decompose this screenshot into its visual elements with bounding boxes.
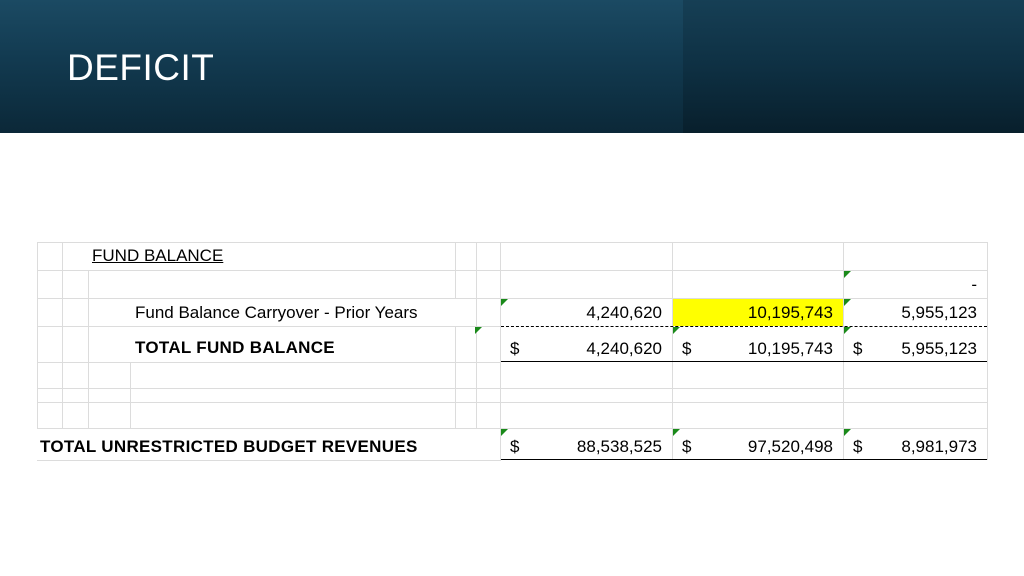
gridline [37, 326, 501, 327]
total-unrestricted-col2: 97,520,498 [747, 437, 833, 456]
total-fund-balance-col2: 10,195,743 [747, 339, 833, 358]
gridline [37, 460, 501, 461]
total-fund-balance-col1: 4,240,620 [586, 339, 662, 358]
gridline [987, 242, 988, 460]
total-unrestricted-label: TOTAL UNRESTRICTED BUDGET REVENUES [40, 437, 418, 456]
dashed-border [501, 326, 987, 327]
carryover-col2: 10,195,743 [747, 303, 833, 322]
gridline [455, 326, 456, 428]
gridline [37, 388, 988, 389]
comment-marker-icon [673, 429, 680, 436]
currency-symbol: $ [853, 437, 863, 456]
section-heading: FUND BALANCE [92, 246, 224, 265]
gridline [476, 242, 477, 428]
total-unrestricted-col3: 8,981,973 [901, 437, 977, 456]
gridline [62, 242, 63, 428]
gridline [455, 242, 456, 298]
dash-value: - [971, 275, 977, 294]
total-border [501, 361, 987, 362]
gridline [672, 242, 673, 460]
gridline [500, 242, 501, 460]
total-fund-balance-label: TOTAL FUND BALANCE [135, 338, 335, 357]
gridline [37, 242, 988, 243]
currency-symbol: $ [853, 339, 863, 358]
total-unrestricted-col1: 88,538,525 [576, 437, 662, 456]
gridline [37, 362, 501, 363]
comment-marker-icon [673, 327, 680, 334]
currency-symbol: $ [682, 339, 692, 358]
comment-marker-icon [501, 429, 508, 436]
gridline [37, 242, 38, 428]
total-fund-balance-col3: 5,955,123 [901, 339, 977, 358]
spreadsheet-table: FUND BALANCE - Fund Balance Carryover - … [0, 0, 1024, 576]
comment-marker-icon [475, 327, 482, 334]
carryover-col1: 4,240,620 [586, 303, 662, 322]
gridline [130, 362, 131, 428]
currency-symbol: $ [510, 437, 520, 456]
gridline [37, 402, 988, 403]
comment-marker-icon [844, 271, 851, 278]
total-border [501, 459, 987, 460]
comment-marker-icon [844, 429, 851, 436]
carryover-col3: 5,955,123 [901, 303, 977, 322]
gridline [88, 270, 89, 428]
currency-symbol: $ [510, 339, 520, 358]
comment-marker-icon [844, 327, 851, 334]
carryover-label: Fund Balance Carryover - Prior Years [135, 303, 418, 322]
currency-symbol: $ [682, 437, 692, 456]
